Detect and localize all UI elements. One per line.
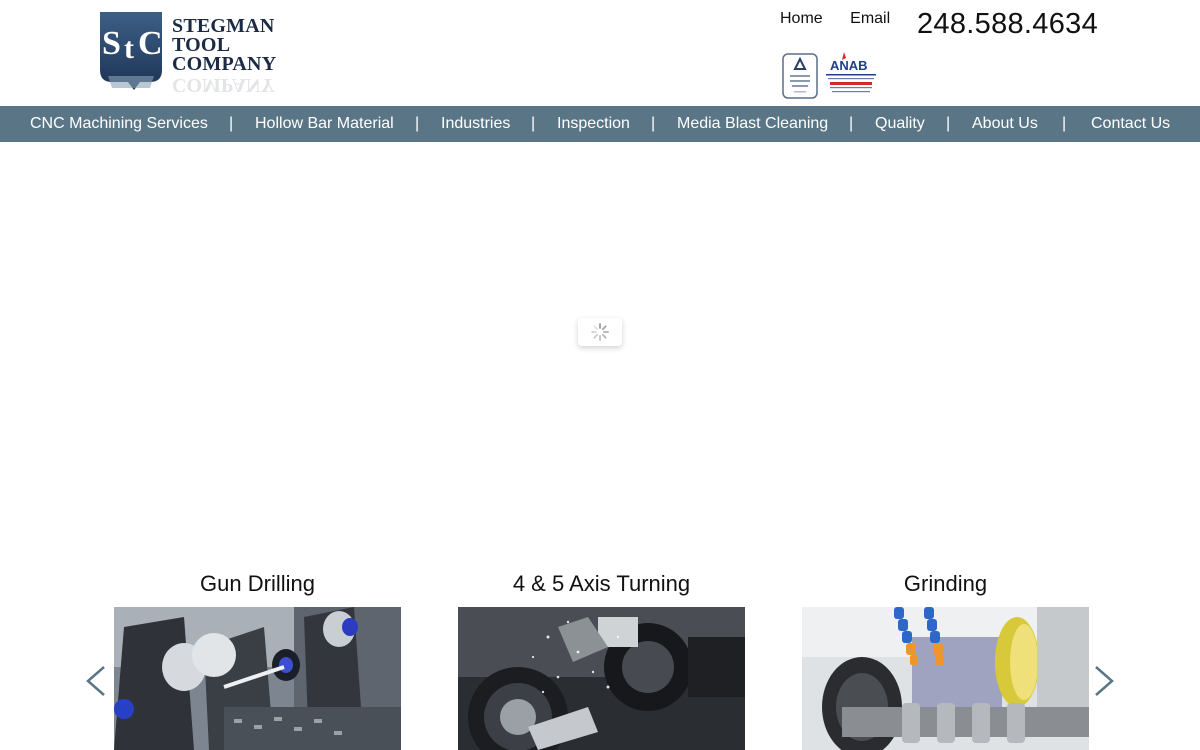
nav-item-about-us[interactable]: About Us bbox=[972, 115, 1038, 133]
slider-loading-indicator bbox=[578, 318, 622, 346]
main-nav: CNC Machining Services | Hollow Bar Mate… bbox=[0, 106, 1200, 142]
nav-separator: | bbox=[415, 115, 420, 132]
top-links: Home Email bbox=[780, 10, 913, 28]
phone-number[interactable]: 248.588.4634 bbox=[917, 8, 1098, 41]
nav-separator: | bbox=[849, 115, 854, 132]
svg-text:t: t bbox=[124, 32, 134, 65]
grinding-photo-icon bbox=[802, 607, 1089, 750]
logo-line-3: COMPANY bbox=[172, 53, 277, 75]
svg-text:S: S bbox=[102, 25, 121, 62]
axis-turning-photo-icon bbox=[458, 607, 745, 750]
loading-spinner-icon bbox=[591, 323, 609, 341]
nav-separator: | bbox=[1062, 115, 1067, 132]
logo-text: STEGMAN TOOL COMPANY bbox=[172, 16, 277, 75]
page: S t C STEGMAN TOOL COMPANY COMPANY Home … bbox=[0, 0, 1200, 750]
certification-badge-icon[interactable] bbox=[782, 53, 818, 99]
email-link[interactable]: Email bbox=[850, 10, 890, 27]
stc-logo-mark-icon: S t C bbox=[100, 12, 163, 90]
svg-text:ANAB: ANAB bbox=[830, 58, 868, 73]
nav-item-industries[interactable]: Industries bbox=[441, 115, 510, 133]
nav-separator: | bbox=[229, 115, 234, 132]
service-image-grinding[interactable] bbox=[802, 607, 1089, 750]
nav-separator: | bbox=[531, 115, 536, 132]
nav-item-hollow-bar-material[interactable]: Hollow Bar Material bbox=[255, 115, 394, 133]
service-image-axis-turning[interactable] bbox=[458, 607, 745, 750]
nav-separator: | bbox=[946, 115, 951, 132]
nav-item-quality[interactable]: Quality bbox=[875, 115, 925, 133]
anab-accredited-badge-icon[interactable]: ANAB bbox=[824, 50, 878, 100]
home-link[interactable]: Home bbox=[780, 10, 823, 27]
company-logo[interactable]: S t C STEGMAN TOOL COMPANY COMPANY bbox=[94, 8, 280, 102]
service-title-axis-turning[interactable]: 4 & 5 Axis Turning bbox=[458, 571, 745, 597]
logo-reflection: COMPANY bbox=[172, 76, 275, 94]
carousel-next-arrow-icon[interactable] bbox=[1092, 664, 1116, 698]
nav-separator: | bbox=[651, 115, 656, 132]
gun-drilling-photo-icon bbox=[114, 607, 401, 750]
svg-text:C: C bbox=[138, 25, 163, 62]
service-image-gun-drilling[interactable] bbox=[114, 607, 401, 750]
nav-item-inspection[interactable]: Inspection bbox=[557, 115, 630, 133]
service-title-gun-drilling[interactable]: Gun Drilling bbox=[114, 571, 401, 597]
nav-item-media-blast-cleaning[interactable]: Media Blast Cleaning bbox=[677, 115, 828, 133]
nav-item-contact-us[interactable]: Contact Us bbox=[1091, 115, 1170, 133]
carousel-prev-arrow-icon[interactable] bbox=[84, 664, 108, 698]
service-title-grinding[interactable]: Grinding bbox=[802, 571, 1089, 597]
nav-item-cnc-machining-services[interactable]: CNC Machining Services bbox=[30, 115, 208, 133]
